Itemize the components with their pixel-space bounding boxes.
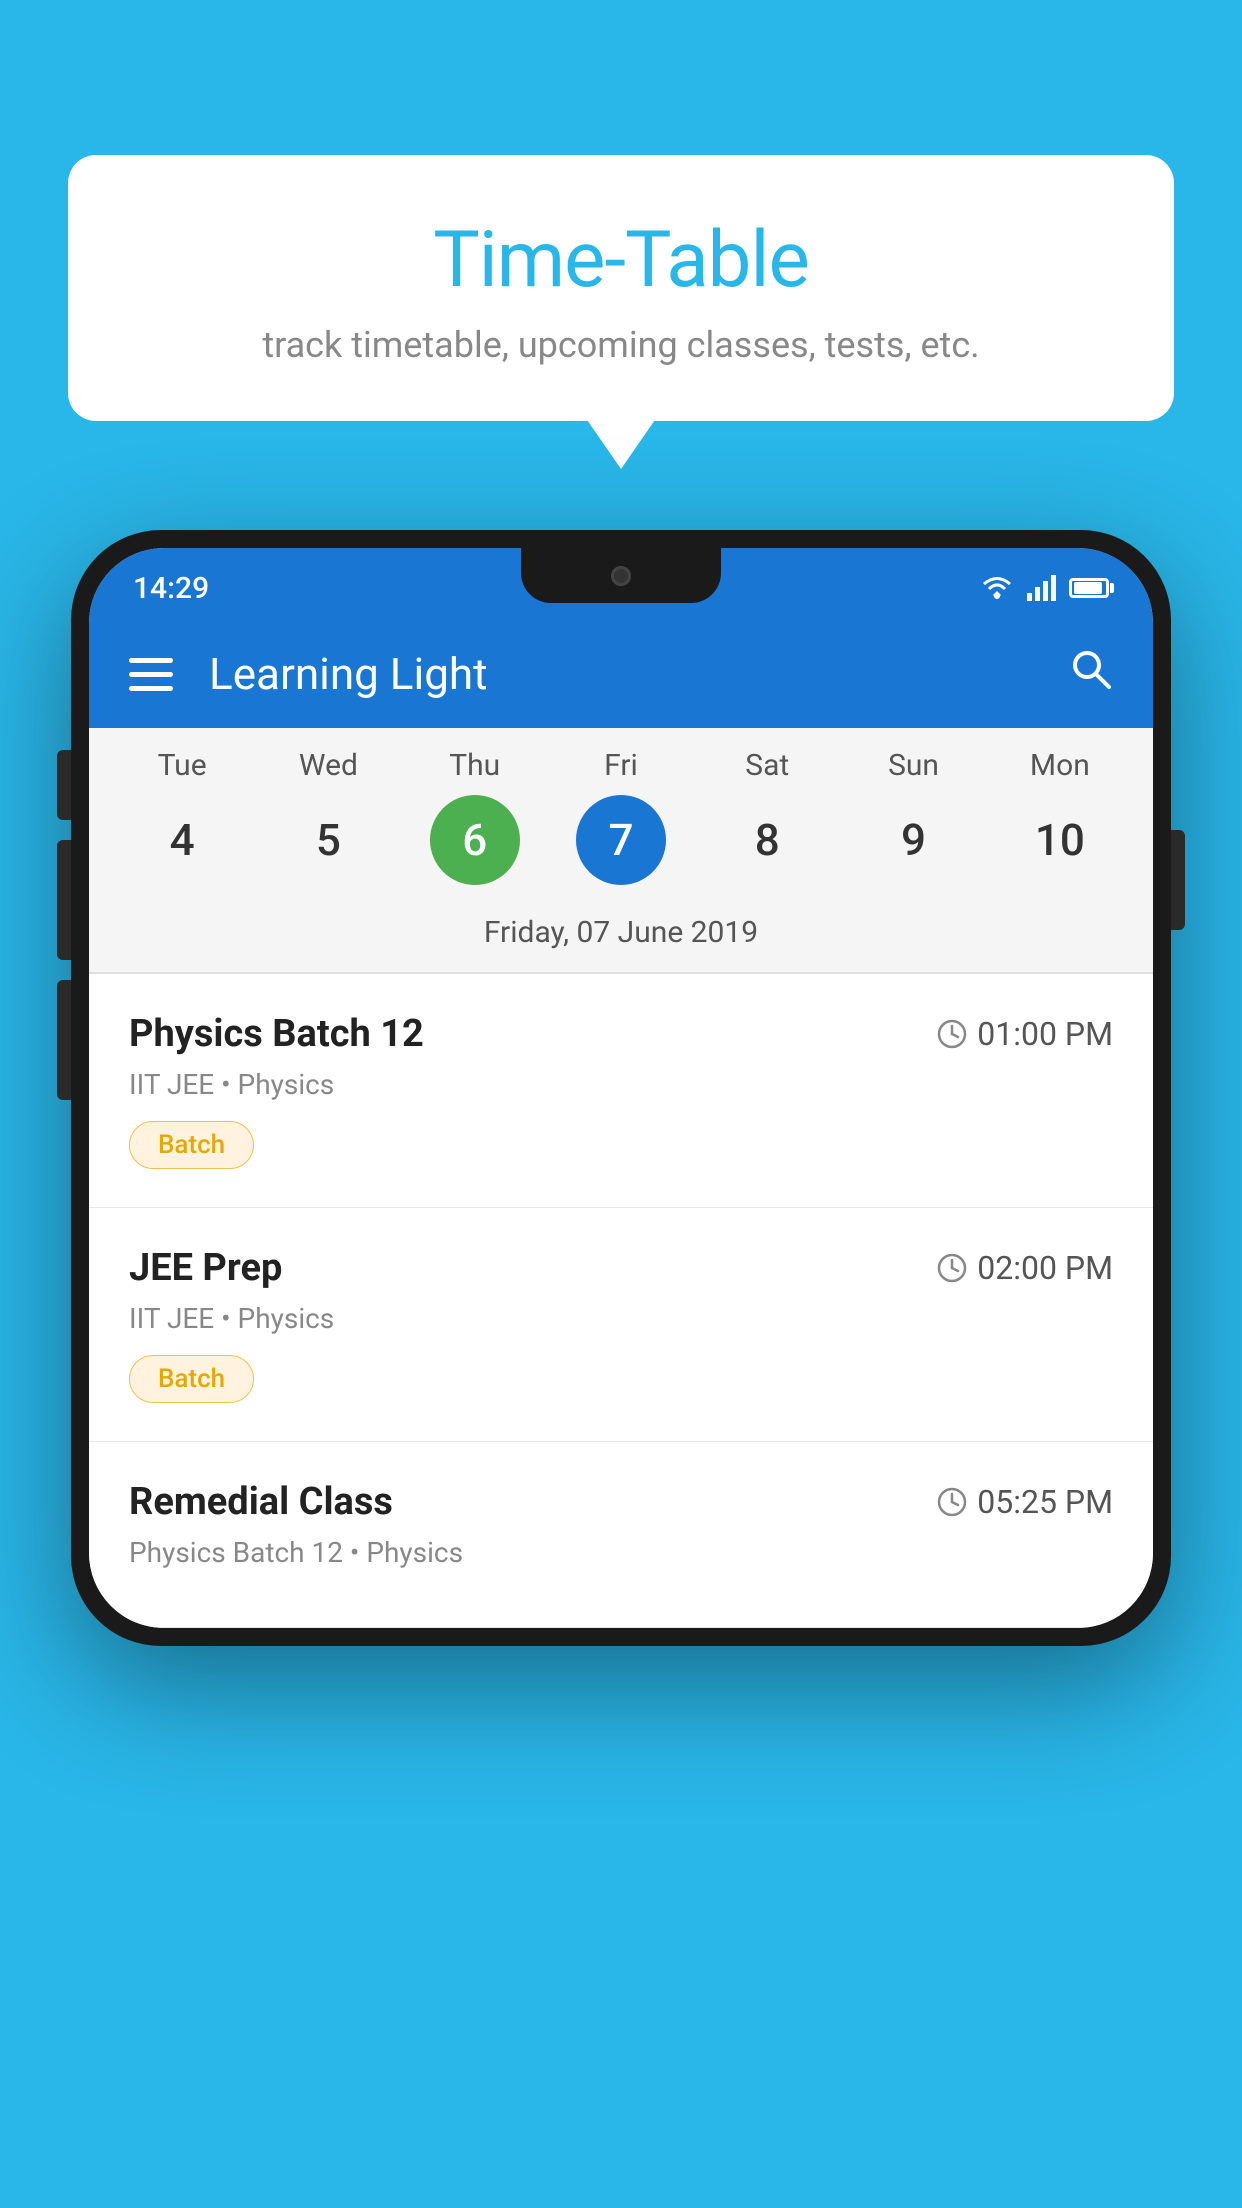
class-meta: IIT JEE • Physics [129, 1302, 1113, 1335]
clock-icon [937, 1019, 967, 1049]
bubble-title: Time-Table [118, 215, 1124, 306]
day-name: Thu [449, 748, 500, 783]
class-time: 01:00 PM [937, 1015, 1113, 1053]
schedule-item-1[interactable]: JEE Prep 02:00 PM IIT JEE • Physics Batch [89, 1208, 1153, 1442]
status-icons [979, 575, 1109, 601]
batch-badge: Batch [129, 1355, 254, 1403]
selected-date-label: Friday, 07 June 2019 [89, 899, 1153, 972]
day-name: Fri [604, 748, 638, 783]
schedule-list: Physics Batch 12 01:00 PM IIT JEE • Physic… [89, 974, 1153, 1628]
speech-bubble: Time-Table track timetable, upcoming cla… [68, 155, 1174, 421]
class-time: 02:00 PM [937, 1249, 1113, 1287]
class-meta: Physics Batch 12 • Physics [129, 1536, 1113, 1569]
hamburger-menu[interactable] [129, 658, 173, 691]
day-name: Tue [158, 748, 207, 783]
day-column-7[interactable]: Fri 7 [556, 748, 686, 885]
day-number[interactable]: 4 [137, 795, 227, 885]
schedule-item-header: Remedial Class 05:25 PM [129, 1480, 1113, 1524]
schedule-item-2[interactable]: Remedial Class 05:25 PM Physics Batch 12 •… [89, 1442, 1153, 1628]
battery-icon [1069, 578, 1109, 598]
day-name: Sun [888, 748, 939, 783]
silent-button [57, 980, 71, 1100]
status-time: 14:29 [133, 571, 209, 606]
day-column-6[interactable]: Thu 6 [410, 748, 540, 885]
signal-icon [1027, 575, 1057, 601]
day-name: Mon [1030, 748, 1090, 783]
day-column-8[interactable]: Sat 8 [702, 748, 832, 885]
notch [521, 548, 721, 603]
search-icon[interactable] [1069, 647, 1113, 702]
batch-badge: Batch [129, 1121, 254, 1169]
day-name: Sat [745, 748, 789, 783]
volume-up-button [57, 750, 71, 820]
day-name: Wed [299, 748, 358, 783]
day-column-10[interactable]: Mon 10 [995, 748, 1125, 885]
class-meta: IIT JEE • Physics [129, 1068, 1113, 1101]
bubble-subtitle: track timetable, upcoming classes, tests… [118, 324, 1124, 366]
day-number[interactable]: 5 [283, 795, 373, 885]
schedule-item-header: Physics Batch 12 01:00 PM [129, 1012, 1113, 1056]
day-number[interactable]: 7 [576, 795, 666, 885]
clock-icon [937, 1487, 967, 1517]
day-number[interactable]: 10 [1015, 795, 1105, 885]
wifi-icon [979, 575, 1015, 601]
app-header: Learning Light [89, 620, 1153, 728]
schedule-item-0[interactable]: Physics Batch 12 01:00 PM IIT JEE • Physic… [89, 974, 1153, 1208]
front-camera [611, 566, 631, 586]
class-name: Remedial Class [129, 1480, 393, 1524]
class-name: JEE Prep [129, 1246, 282, 1290]
class-name: Physics Batch 12 [129, 1012, 424, 1056]
clock-icon [937, 1253, 967, 1283]
day-column-9[interactable]: Sun 9 [849, 748, 979, 885]
volume-down-button [57, 840, 71, 960]
day-number[interactable]: 6 [430, 795, 520, 885]
calendar-strip: Tue 4 Wed 5 Thu 6 Fri 7 Sat 8 Sun 9 Mon 10 Friday, 07… [89, 728, 1153, 972]
power-button [1171, 830, 1185, 930]
phone-mockup: 14:29 [71, 530, 1171, 1646]
schedule-item-header: JEE Prep 02:00 PM [129, 1246, 1113, 1290]
app-title: Learning Light [209, 648, 1069, 700]
day-number[interactable]: 9 [869, 795, 959, 885]
days-row: Tue 4 Wed 5 Thu 6 Fri 7 Sat 8 Sun 9 Mon 10 [89, 748, 1153, 885]
day-number[interactable]: 8 [722, 795, 812, 885]
class-time: 05:25 PM [937, 1483, 1113, 1521]
day-column-5[interactable]: Wed 5 [263, 748, 393, 885]
day-column-4[interactable]: Tue 4 [117, 748, 247, 885]
